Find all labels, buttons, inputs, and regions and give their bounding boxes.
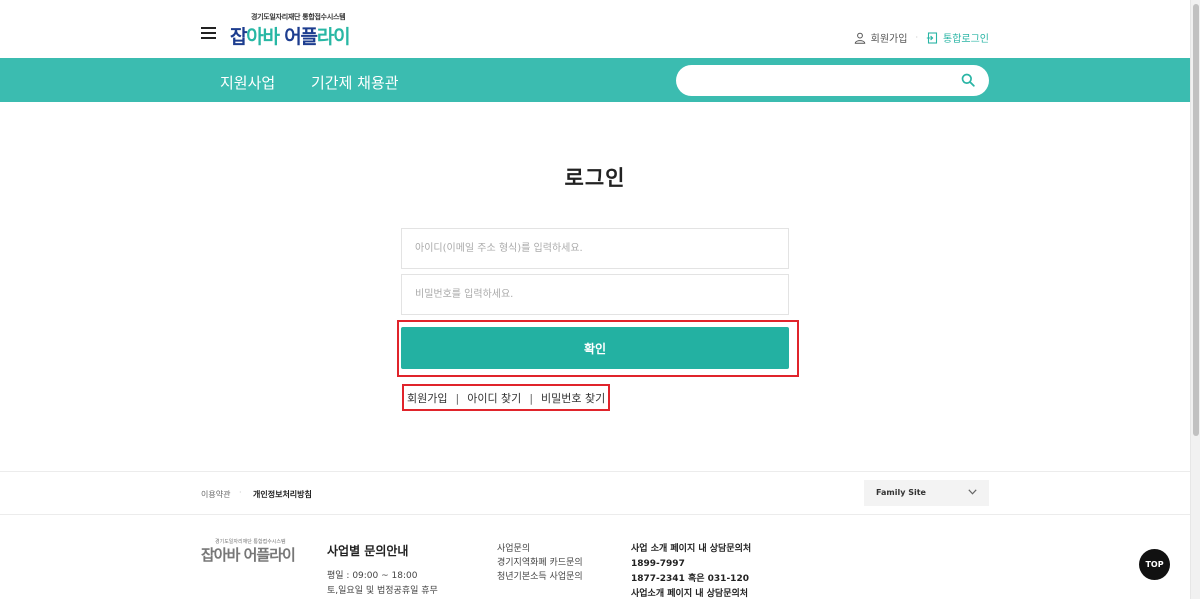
id-field xyxy=(401,228,789,269)
scrollbar-thumb[interactable] xyxy=(1193,4,1199,436)
user-icon xyxy=(854,32,865,44)
nav-item-contract-jobs[interactable]: 기간제 채용관 xyxy=(311,72,399,93)
business-hours: 평일 : 09:00 ~ 18:00 토,일요일 및 법정공휴일 휴무 xyxy=(327,571,438,596)
page: 경기도일자리재단 통합접수시스템 잡아바 어플라이 회원가입 · 통합로그인 지… xyxy=(0,0,1200,599)
chevron-down-icon xyxy=(968,489,977,495)
scrollbar[interactable] xyxy=(1190,0,1200,599)
password-input[interactable] xyxy=(402,275,788,314)
separator-dot: · xyxy=(915,33,918,42)
scroll-top-button[interactable]: TOP xyxy=(1139,549,1170,580)
footer-logo-title: 잡아바 어플라이 xyxy=(201,546,296,564)
signup-button[interactable]: 회원가입 xyxy=(407,390,447,406)
inquiry-title: 사업별 문의안내 xyxy=(327,544,409,558)
signup-link[interactable]: 회원가입 xyxy=(854,30,908,45)
confirm-button[interactable]: 확인 xyxy=(401,327,789,369)
page-title: 로그인 xyxy=(564,166,626,190)
link-separator: | xyxy=(529,391,534,405)
footer-info: 경기도일자리재단 통합접수시스템 잡아바 어플라이 사업별 문의안내 평일 : … xyxy=(0,516,1190,599)
footer-links-bar: 이용약관 · 개인정보처리방침 Family Site xyxy=(0,471,1190,515)
logo-title: 잡아바 어플라이 xyxy=(230,26,351,48)
login-icon xyxy=(926,31,938,44)
signup-label: 회원가입 xyxy=(870,34,908,45)
find-password-button[interactable]: 비밀번호 찾기 xyxy=(541,390,605,406)
logo-subtitle: 경기도일자리재단 통합접수시스템 xyxy=(251,13,346,21)
site-logo[interactable]: 경기도일자리재단 통합접수시스템 잡아바 어플라이 xyxy=(230,12,370,48)
id-input[interactable] xyxy=(402,229,788,268)
family-site-label: Family Site xyxy=(876,488,926,497)
inquiry-contacts: 사업 소개 페이지 내 상담문의처 1899-7997 1877-2341 혹은… xyxy=(631,544,752,599)
nav-item-support-programs[interactable]: 지원사업 xyxy=(220,72,275,93)
main-nav: 지원사업 기간제 채용관 xyxy=(0,58,1190,102)
search-input[interactable] xyxy=(690,71,950,90)
password-field xyxy=(401,274,789,315)
site-header: 경기도일자리재단 통합접수시스템 잡아바 어플라이 회원가입 · 통합로그인 xyxy=(0,0,1190,58)
inquiry-categories: 사업문의 경기지역화폐 카드문의 청년기본소득 사업문의 xyxy=(497,544,583,582)
privacy-policy-link[interactable]: 개인정보처리방침 xyxy=(253,489,312,500)
account-links: 회원가입 | 아이디 찾기 | 비밀번호 찾기 xyxy=(407,390,605,406)
login-link[interactable]: 통합로그인 xyxy=(926,30,989,45)
search-box xyxy=(676,65,989,96)
menu-icon[interactable] xyxy=(201,27,216,39)
top-links: 회원가입 · 통합로그인 xyxy=(854,30,989,45)
search-icon[interactable] xyxy=(961,73,975,87)
family-site-select[interactable]: Family Site xyxy=(864,480,989,506)
find-id-button[interactable]: 아이디 찾기 xyxy=(467,390,521,406)
separator-dot: · xyxy=(239,488,242,497)
terms-link[interactable]: 이용약관 xyxy=(201,489,230,500)
footer-logo: 경기도일자리재단 통합접수시스템 잡아바 어플라이 xyxy=(201,538,305,564)
link-separator: | xyxy=(455,391,460,405)
login-label: 통합로그인 xyxy=(943,34,989,45)
